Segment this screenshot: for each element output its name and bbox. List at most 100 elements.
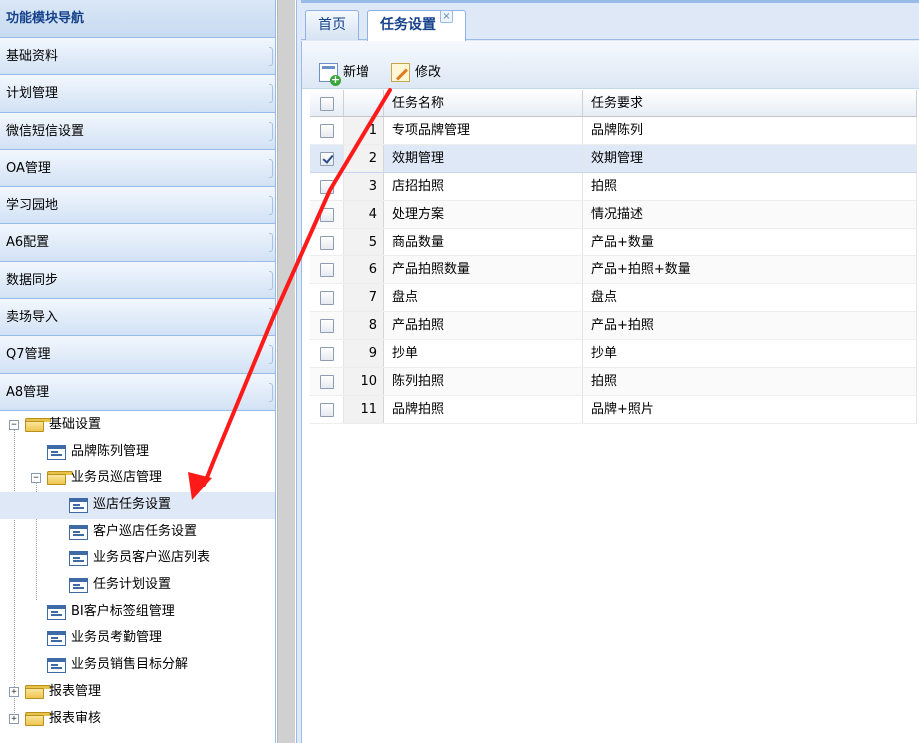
row-checkbox[interactable]	[320, 151, 334, 166]
header-task-requirement[interactable]: 任务要求	[583, 90, 917, 116]
select-all-checkbox[interactable]	[320, 97, 334, 111]
collapse-icon[interactable]: −	[31, 473, 41, 484]
expand-handle-icon[interactable]	[269, 308, 273, 328]
row-checkbox[interactable]	[320, 179, 334, 194]
expand-handle-icon[interactable]	[269, 84, 273, 104]
accordion-a6-config[interactable]: A6配置	[0, 224, 275, 262]
accordion-data-sync[interactable]: 数据同步	[0, 261, 275, 300]
expand-handle-icon[interactable]	[269, 382, 273, 402]
table-row[interactable]: 7 盘点 盘点	[310, 284, 917, 313]
tree-node-patrol-task-settings[interactable]: 巡店任务设置	[0, 492, 275, 519]
add-button[interactable]: 新增	[319, 63, 369, 86]
collapse-icon[interactable]: −	[9, 419, 19, 430]
accordion-oa-mgmt[interactable]: OA管理	[0, 149, 275, 188]
accordion-learning[interactable]: 学习园地	[0, 187, 275, 225]
table-row[interactable]: 6 产品拍照数量 产品+拍照+数量	[310, 256, 917, 285]
accordion-a8-mgmt[interactable]: A8管理	[0, 373, 275, 411]
task-requirement-cell[interactable]: 产品+拍照	[583, 312, 917, 340]
expand-handle-icon[interactable]	[269, 158, 273, 178]
table-row[interactable]: 3 店招拍照 拍照	[310, 172, 917, 201]
row-checkbox[interactable]	[320, 207, 334, 222]
expand-handle-icon[interactable]	[269, 196, 273, 216]
expand-handle-icon[interactable]	[269, 233, 273, 253]
task-name-cell[interactable]: 产品拍照	[384, 312, 583, 340]
row-select-cell[interactable]	[310, 312, 344, 340]
table-row[interactable]: 5 商品数量 产品+数量	[310, 228, 917, 257]
expand-handle-icon[interactable]	[269, 270, 273, 290]
task-requirement-cell[interactable]: 品牌+照片	[583, 395, 917, 423]
expand-icon[interactable]: +	[9, 713, 19, 724]
row-checkbox[interactable]	[320, 375, 334, 390]
tab-home[interactable]: 首页	[305, 10, 359, 40]
table-row[interactable]: 4 处理方案 情况描述	[310, 200, 917, 229]
expand-handle-icon[interactable]	[269, 47, 273, 66]
row-select-cell[interactable]	[310, 368, 344, 395]
header-task-name[interactable]: 任务名称	[384, 90, 583, 116]
accordion-basic-data[interactable]: 基础资料	[0, 38, 275, 76]
row-checkbox[interactable]	[320, 319, 334, 334]
accordion-wechat-sms[interactable]: 微信短信设置	[0, 112, 275, 150]
task-requirement-cell[interactable]: 拍照	[583, 368, 917, 395]
task-requirement-cell[interactable]: 效期管理	[583, 144, 917, 172]
task-requirement-cell[interactable]: 拍照	[583, 172, 917, 200]
tree-node-salesman-customer-list[interactable]: 业务员客户巡店列表	[0, 545, 275, 572]
tab-task-settings[interactable]: 任务设置 ×	[367, 10, 466, 41]
task-name-cell[interactable]: 盘点	[384, 284, 583, 312]
tree-node-task-plan-settings[interactable]: 任务计划设置	[0, 572, 275, 599]
row-select-cell[interactable]	[310, 117, 344, 144]
task-name-cell[interactable]: 商品数量	[384, 228, 583, 256]
row-checkbox[interactable]	[320, 263, 334, 278]
row-select-cell[interactable]	[310, 340, 344, 368]
task-name-cell[interactable]: 产品拍照数量	[384, 256, 583, 284]
row-checkbox[interactable]	[320, 402, 334, 417]
edit-button[interactable]: 修改	[391, 63, 441, 83]
task-name-cell[interactable]: 处理方案	[384, 200, 583, 228]
tree-node-basic-settings[interactable]: − 基础设置	[0, 412, 275, 439]
expand-handle-icon[interactable]	[269, 345, 273, 365]
row-checkbox[interactable]	[320, 291, 334, 306]
row-select-cell[interactable]	[310, 228, 344, 256]
tree-node-report-audit[interactable]: + 报表审核	[0, 706, 275, 733]
tree-node-customer-patrol-task[interactable]: 客户巡店任务设置	[0, 519, 275, 546]
header-select-all[interactable]	[310, 90, 344, 116]
expand-icon[interactable]: +	[9, 686, 19, 697]
tree-node-report-mgmt[interactable]: + 报表管理	[0, 679, 275, 706]
row-select-cell[interactable]	[310, 200, 344, 228]
table-row[interactable]: 10 陈列拍照 拍照	[310, 368, 917, 396]
table-row[interactable]: 11 品牌拍照 品牌+照片	[310, 395, 917, 424]
table-row[interactable]: 9 抄单 抄单	[310, 340, 917, 369]
row-select-cell[interactable]	[310, 256, 344, 284]
tree-node-attendance[interactable]: 业务员考勤管理	[0, 625, 275, 652]
row-select-cell[interactable]	[310, 144, 344, 172]
row-checkbox[interactable]	[320, 124, 334, 138]
row-checkbox[interactable]	[320, 347, 334, 362]
tree-node-bi-tag-group[interactable]: BI客户标签组管理	[0, 599, 275, 626]
table-row[interactable]: 1 专项品牌管理 品牌陈列	[310, 117, 917, 145]
tree-node-patrol-mgmt[interactable]: − 业务员巡店管理	[0, 465, 275, 492]
task-requirement-cell[interactable]: 品牌陈列	[583, 117, 917, 144]
task-requirement-cell[interactable]: 产品+数量	[583, 228, 917, 256]
tree-node-brand-display[interactable]: 品牌陈列管理	[0, 439, 275, 466]
row-checkbox[interactable]	[320, 235, 334, 250]
accordion-plan-mgmt[interactable]: 计划管理	[0, 75, 275, 113]
row-select-cell[interactable]	[310, 172, 344, 200]
row-select-cell[interactable]	[310, 395, 344, 423]
expand-handle-icon[interactable]	[269, 121, 273, 141]
task-name-cell[interactable]: 店招拍照	[384, 172, 583, 200]
accordion-store-import[interactable]: 卖场导入	[0, 299, 275, 337]
panel-splitter[interactable]	[277, 0, 295, 743]
task-name-cell[interactable]: 陈列拍照	[384, 368, 583, 395]
table-row[interactable]: 2 效期管理 效期管理	[310, 144, 917, 173]
accordion-q7-mgmt[interactable]: Q7管理	[0, 336, 275, 374]
task-name-cell[interactable]: 专项品牌管理	[384, 117, 583, 144]
row-select-cell[interactable]	[310, 284, 344, 312]
task-requirement-cell[interactable]: 产品+拍照+数量	[583, 256, 917, 284]
task-requirement-cell[interactable]: 抄单	[583, 340, 917, 368]
table-row[interactable]: 8 产品拍照 产品+拍照	[310, 312, 917, 341]
task-name-cell[interactable]: 抄单	[384, 340, 583, 368]
tree-node-sales-target[interactable]: 业务员销售目标分解	[0, 652, 275, 679]
task-name-cell[interactable]: 品牌拍照	[384, 395, 583, 423]
task-requirement-cell[interactable]: 情况描述	[583, 200, 917, 228]
task-requirement-cell[interactable]: 盘点	[583, 284, 917, 312]
task-name-cell[interactable]: 效期管理	[384, 144, 583, 172]
